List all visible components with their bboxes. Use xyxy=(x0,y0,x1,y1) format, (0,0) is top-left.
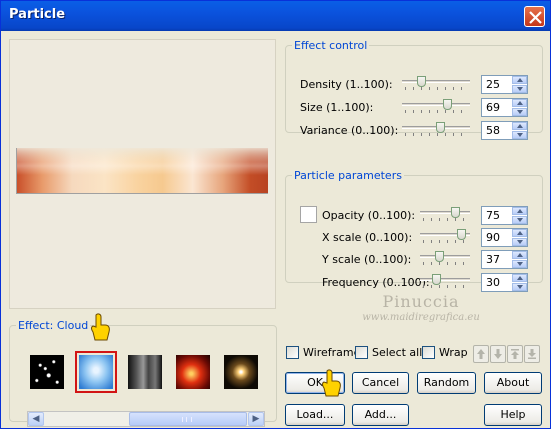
arrow-down-icon xyxy=(494,349,502,359)
move-up-button[interactable] xyxy=(473,345,489,363)
frequency-value[interactable]: 30 xyxy=(486,276,500,289)
pointing-hand-icon xyxy=(91,313,110,341)
x-scale-value[interactable]: 90 xyxy=(486,231,500,244)
wrap-label[interactable]: Wrap xyxy=(439,346,468,359)
density-slider[interactable] xyxy=(402,76,470,90)
y-scale-value[interactable]: 37 xyxy=(486,253,500,266)
flare-thumbnail[interactable] xyxy=(220,351,262,393)
spin-down-button[interactable] xyxy=(512,108,527,116)
particle-parameters-group: Particle parameters Opacity (0..100): 75… xyxy=(285,169,543,292)
help-button[interactable]: Help xyxy=(484,404,542,426)
smoke-thumbnail[interactable] xyxy=(124,351,166,393)
frequency-label: Frequency (0..100): xyxy=(322,276,430,289)
watermark-url: www.maidiregrafica.eu xyxy=(362,312,480,323)
close-icon xyxy=(529,11,542,24)
watermark-name: Pinuccia xyxy=(382,292,460,311)
x-scale-label: X scale (0..100): xyxy=(322,231,413,244)
x-scale-spinbox[interactable]: 90 xyxy=(481,228,528,247)
size-value[interactable]: 69 xyxy=(486,101,500,114)
wrap-checkbox[interactable] xyxy=(422,346,435,359)
effect-legend: Effect: Cloud xyxy=(18,319,89,332)
y-scale-spinbox[interactable]: 37 xyxy=(481,250,528,269)
slider-knob[interactable] xyxy=(432,274,441,285)
particle-parameters-legend: Particle parameters xyxy=(294,169,402,182)
scroll-right-button[interactable]: ▶ xyxy=(248,412,264,426)
spin-up-button[interactable] xyxy=(512,122,527,130)
x-scale-slider[interactable] xyxy=(420,229,470,243)
effect-control-group: Effect control Density (1..100): 25 Size… xyxy=(285,39,543,140)
effect-preview xyxy=(9,39,276,309)
variance-value[interactable]: 58 xyxy=(486,124,500,137)
arrow-bottom-icon xyxy=(528,349,536,359)
effect-control-legend: Effect control xyxy=(294,39,368,52)
wireframe-checkbox[interactable] xyxy=(286,346,299,359)
y-scale-slider[interactable] xyxy=(420,251,470,265)
select-all-checkbox[interactable] xyxy=(355,346,368,359)
about-button[interactable]: About xyxy=(484,372,542,394)
spin-up-button[interactable] xyxy=(512,251,527,259)
opacity-slider[interactable] xyxy=(420,207,470,221)
spin-down-button[interactable] xyxy=(512,131,527,139)
opacity-label: Opacity (0..100): xyxy=(322,209,416,222)
load-button[interactable]: Load... xyxy=(285,404,345,426)
watermark: Pinuccia www.maidiregrafica.eu xyxy=(311,292,531,323)
scrollbar-thumb[interactable] xyxy=(129,412,247,426)
arrow-up-icon xyxy=(477,349,485,359)
window-title: Particle xyxy=(9,7,66,22)
spin-up-button[interactable] xyxy=(512,207,527,215)
size-slider[interactable] xyxy=(402,99,470,113)
preview-image xyxy=(16,148,268,194)
wireframe-label[interactable]: Wireframe xyxy=(303,346,360,359)
spin-down-button[interactable] xyxy=(512,85,527,93)
fire-thumbnail[interactable] xyxy=(172,351,214,393)
scroll-left-button[interactable]: ◀ xyxy=(28,412,44,426)
move-top-button[interactable] xyxy=(507,345,523,363)
move-bottom-button[interactable] xyxy=(524,345,540,363)
stars-thumbnail[interactable] xyxy=(26,351,68,393)
spin-up-button[interactable] xyxy=(512,99,527,107)
effect-selector-group: Effect: Cloud ◀ ▶ xyxy=(9,319,277,427)
variance-slider[interactable] xyxy=(402,122,470,136)
effects-scrollbar[interactable]: ◀ ▶ xyxy=(27,411,265,427)
slider-knob[interactable] xyxy=(436,122,445,133)
variance-spinbox[interactable]: 58 xyxy=(481,121,528,140)
cancel-button[interactable]: Cancel xyxy=(352,372,409,394)
variance-label: Variance (0..100): xyxy=(300,124,399,137)
select-all-label[interactable]: Select all xyxy=(372,346,422,359)
pointing-hand-icon xyxy=(322,369,341,397)
spin-up-button[interactable] xyxy=(512,229,527,237)
density-value[interactable]: 25 xyxy=(486,78,500,91)
particle-dialog: Particle Effect: Cloud ◀ ▶ Effect contro… xyxy=(0,0,551,429)
size-spinbox[interactable]: 69 xyxy=(481,98,528,117)
slider-knob[interactable] xyxy=(443,99,452,110)
spin-down-button[interactable] xyxy=(512,283,527,291)
frequency-slider[interactable] xyxy=(420,274,470,288)
spin-up-button[interactable] xyxy=(512,274,527,282)
frequency-spinbox[interactable]: 30 xyxy=(481,273,528,292)
density-label: Density (1..100): xyxy=(300,78,393,91)
slider-knob[interactable] xyxy=(451,207,460,218)
opacity-checkbox[interactable] xyxy=(300,206,317,223)
random-button[interactable]: Random xyxy=(417,372,476,394)
spin-down-button[interactable] xyxy=(512,238,527,246)
slider-knob[interactable] xyxy=(457,229,466,240)
spin-up-button[interactable] xyxy=(512,76,527,84)
size-label: Size (1..100): xyxy=(300,101,374,114)
slider-knob[interactable] xyxy=(417,76,426,87)
title-bar: Particle xyxy=(1,1,550,31)
opacity-value[interactable]: 75 xyxy=(486,209,500,222)
spin-down-button[interactable] xyxy=(512,260,527,268)
add-button[interactable]: Add... xyxy=(352,404,409,426)
opacity-spinbox[interactable]: 75 xyxy=(481,206,528,225)
arrow-top-icon xyxy=(511,349,519,359)
cloud-thumbnail[interactable] xyxy=(75,351,117,393)
y-scale-label: Y scale (0..100): xyxy=(322,253,412,266)
move-down-button[interactable] xyxy=(490,345,506,363)
slider-knob[interactable] xyxy=(435,251,444,262)
density-spinbox[interactable]: 25 xyxy=(481,75,528,94)
close-button[interactable] xyxy=(524,6,545,27)
spin-down-button[interactable] xyxy=(512,216,527,224)
